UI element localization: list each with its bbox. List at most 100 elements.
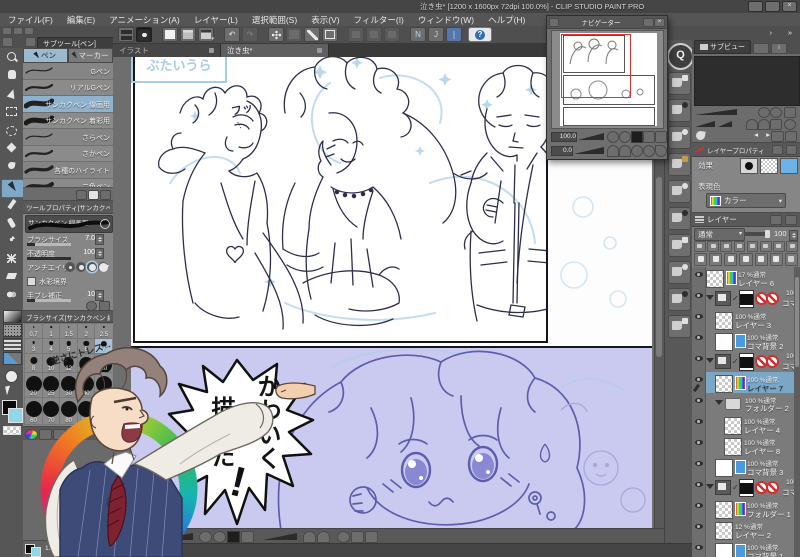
menu-window[interactable]: ウィンドウ(W) (418, 14, 474, 26)
brush-size-cell[interactable]: 0.7 (24, 323, 43, 339)
layer-visibility-cell[interactable] (692, 414, 706, 435)
tool-selection[interactable] (1, 105, 22, 122)
tab-item-bank[interactable] (753, 43, 769, 54)
layer-thumbnail[interactable] (715, 521, 733, 540)
navigator-zoom-in[interactable] (619, 131, 631, 143)
layer-visibility-cell[interactable] (692, 372, 706, 393)
subtool-item-selected[interactable]: サンカクペン 線画用 (23, 96, 113, 113)
tone-effect-button[interactable] (760, 158, 778, 174)
layer-visibility-cell[interactable] (692, 393, 706, 414)
flip-vertical-button[interactable] (365, 531, 378, 543)
layer-new-folder-button[interactable] (709, 253, 723, 266)
quick-access-item-0[interactable] (668, 72, 691, 95)
subview-zoom-out[interactable] (758, 107, 770, 118)
eye-icon[interactable] (694, 293, 703, 298)
quick-access-item-9[interactable] (668, 315, 691, 338)
layer-more-icon[interactable] (773, 241, 785, 252)
layer-x2-icon[interactable] (786, 241, 798, 252)
tool-blend[interactable] (1, 289, 22, 306)
eye-icon[interactable] (694, 545, 703, 550)
subview-rotate-left[interactable] (746, 119, 758, 130)
layer-visibility-cell[interactable] (692, 267, 706, 288)
anti-aliasing-option-2[interactable] (87, 262, 97, 272)
border-effect-button[interactable] (740, 158, 758, 174)
layer-visibility-cell[interactable] (692, 519, 706, 540)
folder-expand-arrow[interactable] (706, 484, 714, 489)
tool-lasso[interactable] (1, 124, 22, 141)
navigator-flip-h-button[interactable] (643, 131, 655, 143)
tool-airbrush[interactable] (1, 234, 22, 251)
layer-lock-icon[interactable] (707, 241, 719, 252)
document-tab-close-icon[interactable] (317, 48, 322, 53)
eye-icon[interactable] (694, 272, 703, 277)
quick-access-item-3[interactable] (668, 153, 691, 176)
subtool-item[interactable]: さらペン (23, 129, 113, 146)
layer-visibility-cell[interactable] (692, 477, 706, 498)
opacity-slider[interactable] (744, 230, 770, 238)
subview-rotate-right[interactable] (758, 119, 770, 130)
eye-icon[interactable] (694, 335, 703, 340)
layer-visibility-cell[interactable] (692, 330, 706, 351)
layer-visibility-cell[interactable] (692, 540, 706, 557)
subtool-item[interactable]: 二色ペン (23, 178, 113, 187)
subtool-item[interactable]: 各種のハイライト (23, 162, 113, 179)
menu-filter[interactable]: フィルター(I) (354, 14, 404, 26)
navigator-minimize-button[interactable] (643, 17, 654, 27)
brush-size-cell[interactable]: 1 (41, 323, 61, 339)
navigator-zoom-slider[interactable] (578, 133, 604, 140)
open-file-button[interactable] (180, 27, 196, 42)
layer-row-コマ[interactable]: ✓ 100 コマ (692, 288, 800, 310)
navigator-preview[interactable] (551, 30, 664, 129)
tool-property-slider[interactable] (27, 257, 71, 260)
warning-icon[interactable] (786, 144, 797, 155)
correction-pin-button[interactable]: ❘ (446, 27, 462, 42)
magnifier-icon[interactable] (100, 219, 110, 229)
quick-access-item-2[interactable] (668, 126, 691, 149)
op-3-button[interactable] (384, 27, 400, 42)
eye-icon[interactable] (694, 440, 703, 445)
snap-grid-button[interactable] (304, 27, 320, 42)
layer-thumbnail[interactable] (715, 500, 733, 519)
eye-icon[interactable] (694, 524, 703, 529)
save-file-button[interactable]: ▾ (198, 27, 214, 42)
brush-preview[interactable]: サンカクペン 線画用 (25, 215, 113, 233)
subview-fit[interactable] (784, 107, 796, 118)
eye-icon[interactable] (694, 398, 703, 403)
layer-lock-transparent-icon[interactable] (720, 241, 733, 252)
reset-rotation-button[interactable] (337, 531, 350, 543)
quick-access-item-4[interactable] (668, 180, 691, 203)
navigator-flip-v-button[interactable] (655, 131, 667, 143)
layer-apply-mask-button[interactable] (769, 253, 783, 266)
expression-color-dropdown[interactable]: カラー ▾ (706, 193, 786, 208)
tool-hand[interactable] (1, 68, 22, 85)
layer-row-レイヤー 7[interactable]: 100 %通常 レイヤー 7 (692, 372, 800, 394)
tool-pen[interactable] (1, 178, 24, 198)
subtool-group-pen[interactable]: ペン (23, 48, 68, 63)
layer-row-レイヤー 4[interactable]: 100 %通常 レイヤー 4 (692, 414, 800, 436)
import-image-button[interactable] (771, 131, 784, 142)
subview-zoom-in[interactable] (770, 107, 782, 118)
layer-row-レイヤー 8[interactable]: 100 %通常 レイヤー 8 (692, 435, 800, 457)
quick-access-item-1[interactable] (668, 99, 691, 122)
layer-row-レイヤー 2[interactable]: 12 %通常 レイヤー 2 (692, 519, 800, 541)
gradient-chip[interactable] (3, 310, 22, 323)
layer-thumbnail[interactable] (715, 542, 733, 557)
layer-move-down-button[interactable] (754, 253, 768, 266)
subview-preview[interactable] (694, 56, 800, 106)
folder-expand-arrow[interactable] (706, 295, 714, 300)
document-tab-0[interactable]: イラスト (113, 44, 221, 57)
navigator-window[interactable]: ナビゲーター × 100.0 0.0 (546, 15, 668, 160)
snap-special-ruler-button[interactable] (286, 27, 302, 42)
layer-thumbnail[interactable] (715, 374, 733, 393)
subview-reset[interactable] (784, 119, 796, 130)
selection-launcher-icon[interactable] (5, 370, 18, 383)
navigator-reset-rotation[interactable] (631, 145, 643, 157)
document-tab-close-icon[interactable] (209, 48, 214, 53)
redo-button[interactable]: ↷ (242, 27, 258, 42)
layer-row-コマ背景 2[interactable]: 100 %通常 コマ背景 2 (692, 330, 800, 352)
menu-layer[interactable]: レイヤー(L) (194, 14, 238, 26)
opacity-spinner[interactable] (789, 230, 798, 241)
layer-row-コマ[interactable]: ✓ 100 コマ (692, 351, 800, 373)
eyedropper-toggle[interactable] (695, 130, 706, 141)
menu-animation[interactable]: アニメーション(A) (109, 14, 180, 26)
